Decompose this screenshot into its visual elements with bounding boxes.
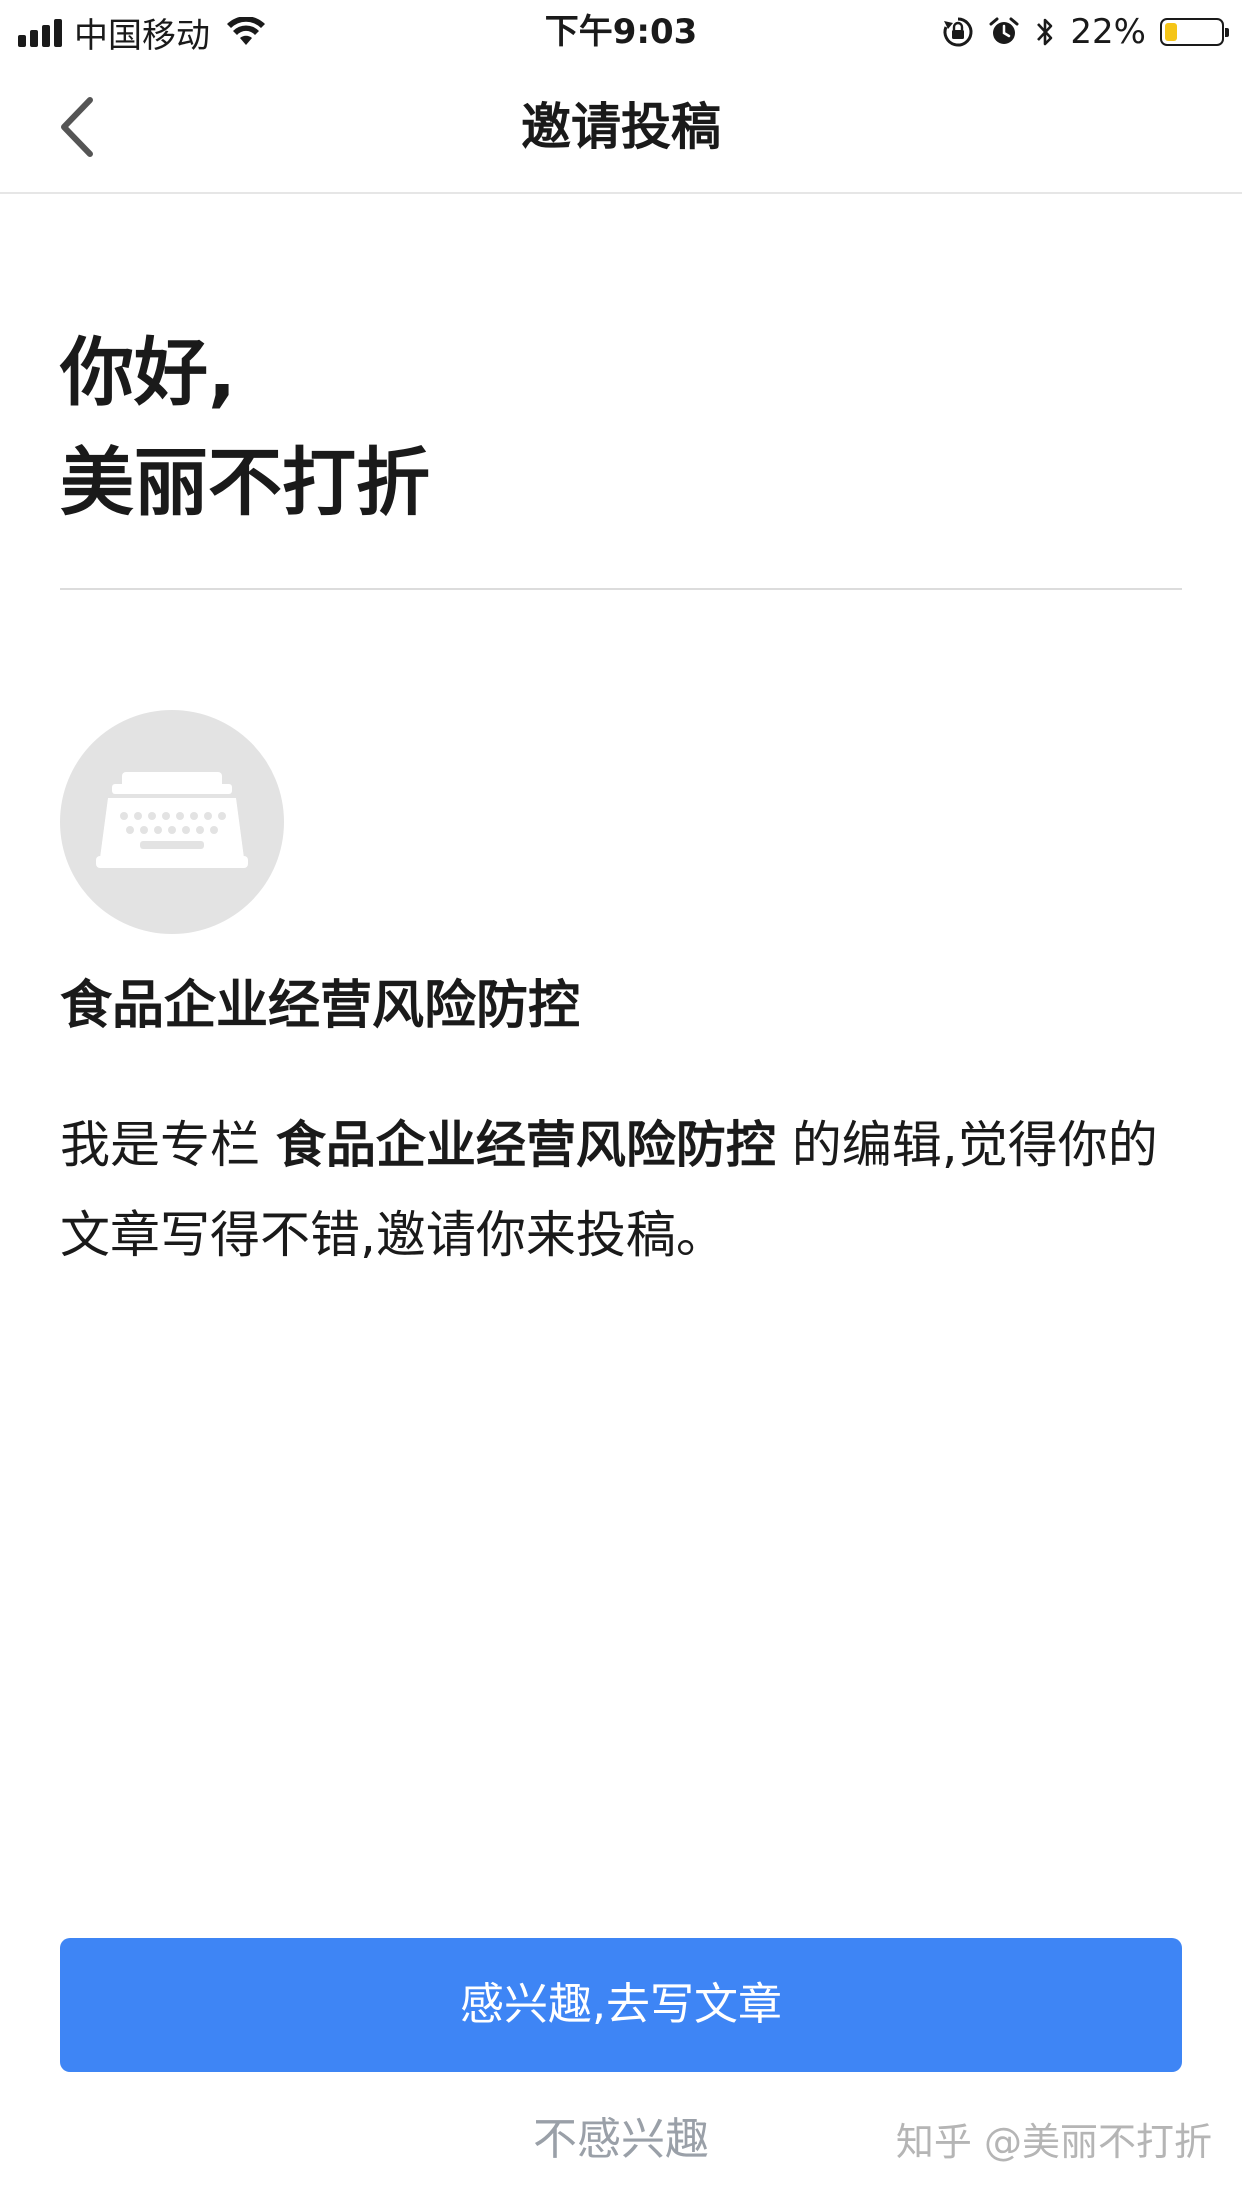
status-right: 22% [942,10,1229,54]
invite-prefix: 我是专栏 [60,1116,276,1174]
column-name: 食品企业经营风险防控 [60,976,581,1036]
bluetooth-icon [1037,18,1053,46]
accept-invite-button[interactable]: 感兴趣,去写文章 [60,1938,1182,2072]
divider [60,588,1182,590]
greeting-line: 你好, [60,330,237,416]
page-title: 邀请投稿 [521,98,721,156]
column-avatar [60,710,284,934]
back-button[interactable] [50,92,110,162]
invite-column-name: 食品企业经营风险防控 [275,1116,776,1174]
chevron-left-icon [61,97,93,157]
nav-bar: 邀请投稿 [0,62,1242,194]
battery-percent: 22% [1070,12,1146,52]
status-bar: 中国移动 下午9:03 22% [0,0,1242,62]
watermark: 知乎 @美丽不打折 [895,2120,1212,2164]
battery-fill [1165,23,1177,41]
user-name: 美丽不打折 [60,440,430,526]
alarm-icon [989,17,1019,44]
greeting: 你好, 美丽不打折 [60,318,430,538]
battery-icon [1160,18,1229,46]
orientation-lock-icon [943,17,973,47]
typewriter-icon [96,772,248,868]
invite-message: 我是专栏 食品企业经营风险防控 的编辑,觉得你的文章写得不错,邀请你来投稿。 [60,1100,1160,1280]
